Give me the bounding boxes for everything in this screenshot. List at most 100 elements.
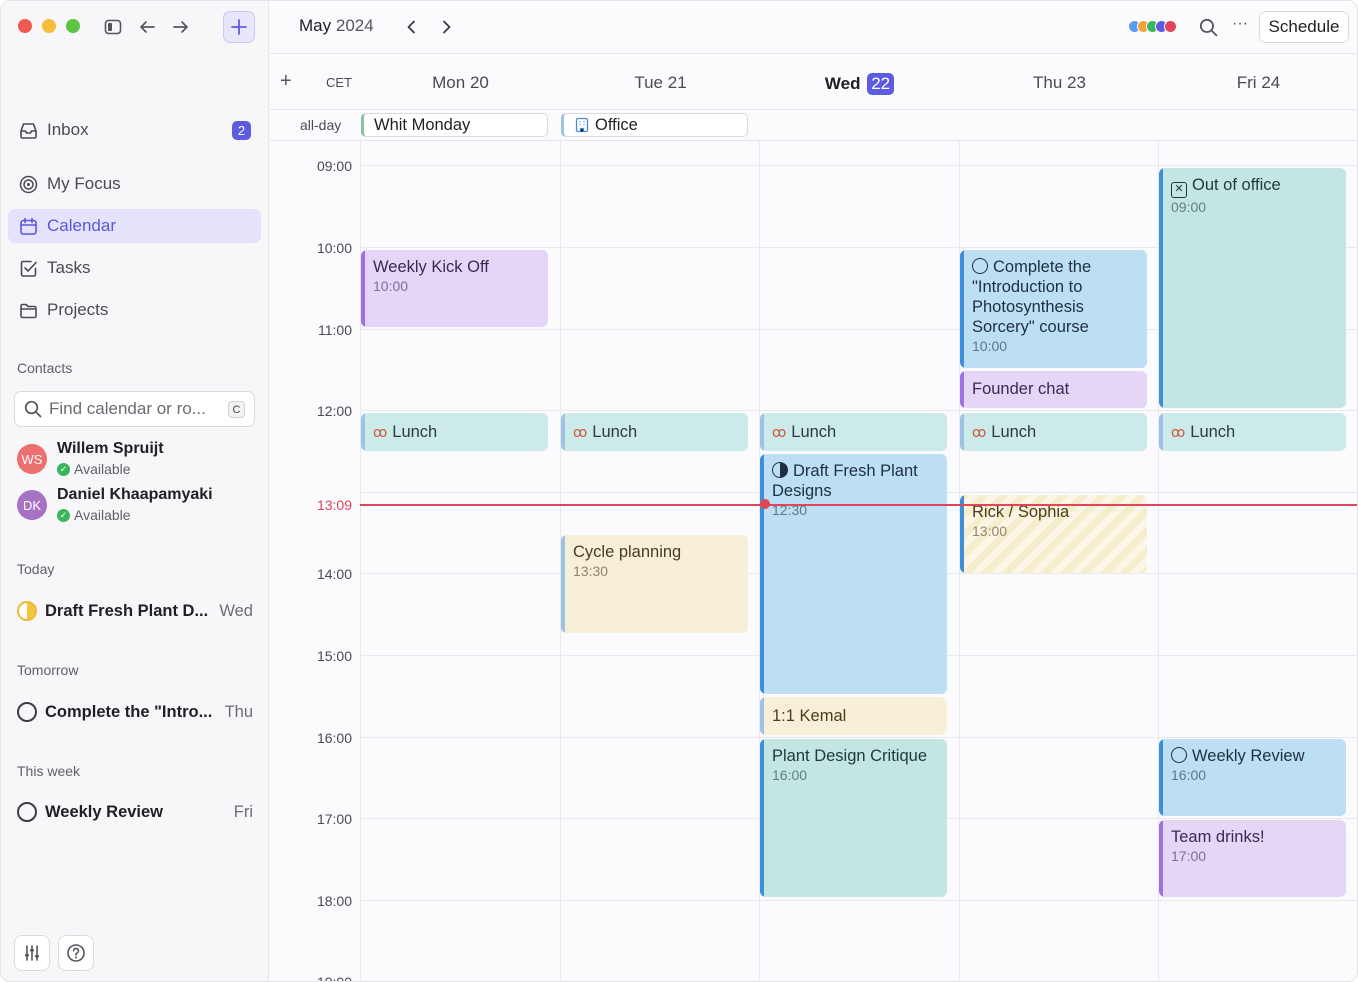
schedule-button[interactable]: Schedule bbox=[1259, 11, 1349, 43]
event-lunch-tue[interactable]: ꝏ Lunch bbox=[561, 413, 748, 451]
day-header-fri[interactable]: Fri 24 bbox=[1159, 73, 1357, 93]
contact-status: ✓ Available bbox=[57, 461, 131, 477]
search-icon bbox=[24, 400, 42, 418]
event-lunch-fri[interactable]: ꝏ Lunch bbox=[1159, 413, 1346, 451]
contact-willem[interactable]: WS Willem Spruijt ✓ Available bbox=[17, 440, 257, 480]
all-day-event-whit-monday[interactable]: Whit Monday bbox=[361, 113, 548, 137]
event-out-of-office[interactable]: ✕ Out of office 09:00 bbox=[1159, 168, 1346, 408]
event-cycle-planning[interactable]: Cycle planning 13:30 bbox=[561, 535, 748, 633]
day-header-tue[interactable]: Tue 21 bbox=[561, 73, 760, 93]
calendar-search-field[interactable]: Find calendar or ro... C bbox=[14, 391, 255, 427]
calendar-icon bbox=[18, 216, 38, 236]
inbox-icon bbox=[18, 120, 38, 140]
task-circle-icon[interactable] bbox=[17, 802, 37, 822]
event-lunch-mon[interactable]: ꝏ Lunch bbox=[361, 413, 548, 451]
contact-daniel[interactable]: DK Daniel Khaapamyaki ✓ Available bbox=[17, 486, 257, 526]
pretzel-icon: ꝏ bbox=[1171, 424, 1186, 440]
task-circle-icon[interactable] bbox=[1171, 747, 1187, 763]
half-progress-icon bbox=[17, 601, 37, 621]
task-this-week[interactable]: Weekly Review Fri bbox=[17, 799, 253, 825]
search-button[interactable] bbox=[1197, 16, 1219, 38]
event-title: Draft Fresh Plant Designs bbox=[772, 462, 918, 500]
sidebar-item-label: Calendar bbox=[47, 216, 116, 235]
close-window-button[interactable] bbox=[18, 19, 32, 33]
event-title: Cycle planning bbox=[573, 543, 682, 561]
event-weekly-kick-off[interactable]: Weekly Kick Off 10:00 bbox=[361, 250, 548, 327]
sidebar: Inbox 2 My Focus Calendar Tasks Projects… bbox=[1, 1, 269, 981]
avatar: WS bbox=[17, 444, 47, 474]
task-tomorrow[interactable]: Complete the "Intro... Thu bbox=[17, 699, 253, 725]
available-check-icon: ✓ bbox=[57, 508, 70, 522]
sidebar-item-label: My Focus bbox=[47, 174, 121, 193]
timezone-label: CET bbox=[326, 75, 352, 90]
time-label: 14:00 bbox=[316, 566, 352, 582]
time-label: 15:00 bbox=[316, 648, 352, 664]
building-icon bbox=[574, 117, 590, 133]
day-header-thu[interactable]: Thu 23 bbox=[960, 73, 1159, 93]
next-week-button[interactable] bbox=[436, 17, 456, 37]
add-timezone-button[interactable]: + bbox=[280, 70, 292, 93]
current-time-label: 13:09 bbox=[316, 497, 352, 513]
sidebar-item-my-focus[interactable]: My Focus bbox=[8, 167, 261, 201]
event-title: Weekly Kick Off bbox=[373, 258, 489, 276]
this-week-heading: This week bbox=[17, 763, 81, 779]
event-time: 16:00 bbox=[772, 767, 808, 783]
event-plant-design-critique[interactable]: Plant Design Critique 16:00 bbox=[760, 739, 947, 897]
event-time: 09:00 bbox=[1171, 199, 1207, 215]
minimize-window-button[interactable] bbox=[42, 19, 56, 33]
task-title: Draft Fresh Plant D... bbox=[45, 601, 209, 620]
sidebar-item-inbox[interactable]: Inbox 2 bbox=[8, 113, 261, 147]
day-header-wed[interactable]: Wed 22 bbox=[760, 73, 959, 95]
sidebar-item-tasks[interactable]: Tasks bbox=[8, 251, 261, 285]
previous-week-button[interactable] bbox=[402, 17, 422, 37]
task-today[interactable]: Draft Fresh Plant D... Wed bbox=[17, 598, 253, 624]
sidebar-toggle-icon[interactable] bbox=[103, 17, 123, 37]
new-item-button[interactable] bbox=[223, 11, 255, 43]
time-label: 17:00 bbox=[316, 811, 352, 827]
pretzel-icon: ꝏ bbox=[772, 424, 787, 440]
event-title: Weekly Review bbox=[1171, 746, 1336, 766]
forward-arrow-icon[interactable] bbox=[171, 17, 191, 37]
event-intro-course-task[interactable]: Complete the "Introduction to Photosynth… bbox=[960, 250, 1147, 368]
current-time-dot bbox=[760, 499, 770, 509]
contact-name: Daniel Khaapamyaki bbox=[57, 486, 213, 503]
event-founder-chat[interactable]: Founder chat bbox=[960, 371, 1147, 408]
event-lunch-thu[interactable]: ꝏ Lunch bbox=[960, 413, 1147, 451]
event-time: 10:00 bbox=[972, 338, 1008, 354]
back-arrow-icon[interactable] bbox=[137, 17, 157, 37]
contact-name: Willem Spruijt bbox=[57, 440, 164, 457]
event-one-on-one-kemal[interactable]: 1:1 Kemal bbox=[760, 697, 947, 735]
chevron-left-icon bbox=[407, 20, 415, 34]
event-title: Complete the "Introduction to Photosynth… bbox=[972, 258, 1092, 336]
maximize-window-button[interactable] bbox=[66, 19, 80, 33]
search-placeholder: Find calendar or ro... bbox=[49, 399, 206, 418]
calendar-color-dots[interactable] bbox=[1128, 19, 1182, 35]
event-lunch-wed[interactable]: ꝏ Lunch bbox=[760, 413, 947, 451]
inbox-count-badge: 2 bbox=[232, 121, 251, 140]
event-weekly-review[interactable]: Weekly Review 16:00 bbox=[1159, 739, 1346, 816]
day-header-mon[interactable]: Mon 20 bbox=[361, 73, 560, 93]
event-draft-fresh-plant-designs[interactable]: Draft Fresh Plant Designs 12:30 bbox=[760, 454, 947, 694]
all-day-event-office[interactable]: Office bbox=[561, 113, 748, 137]
time-label: 18:00 bbox=[316, 893, 352, 909]
event-team-drinks[interactable]: Team drinks! 17:00 bbox=[1159, 820, 1346, 897]
settings-sliders-button[interactable] bbox=[14, 935, 50, 971]
task-title: Complete the "Intro... bbox=[45, 702, 213, 721]
task-day: Fri bbox=[233, 802, 253, 821]
sidebar-item-calendar[interactable]: Calendar bbox=[8, 209, 261, 243]
time-label: 19:00 bbox=[316, 974, 352, 982]
task-circle-icon[interactable] bbox=[972, 258, 988, 274]
event-title: Founder chat bbox=[972, 380, 1070, 398]
more-options-button[interactable]: ··· bbox=[1232, 15, 1248, 33]
event-rick-sophia[interactable]: Rick / Sophia 13:00 bbox=[960, 495, 1147, 573]
event-title: 1:1 Kemal bbox=[772, 707, 847, 725]
sidebar-item-projects[interactable]: Projects bbox=[8, 293, 261, 327]
event-time: 17:00 bbox=[1171, 848, 1207, 864]
search-shortcut-key: C bbox=[228, 401, 245, 418]
help-button[interactable] bbox=[58, 935, 94, 971]
task-circle-icon[interactable] bbox=[17, 702, 37, 722]
time-label: 11:00 bbox=[318, 322, 352, 338]
tomorrow-heading: Tomorrow bbox=[17, 662, 79, 678]
plus-icon bbox=[231, 19, 247, 35]
folder-icon bbox=[18, 300, 38, 320]
